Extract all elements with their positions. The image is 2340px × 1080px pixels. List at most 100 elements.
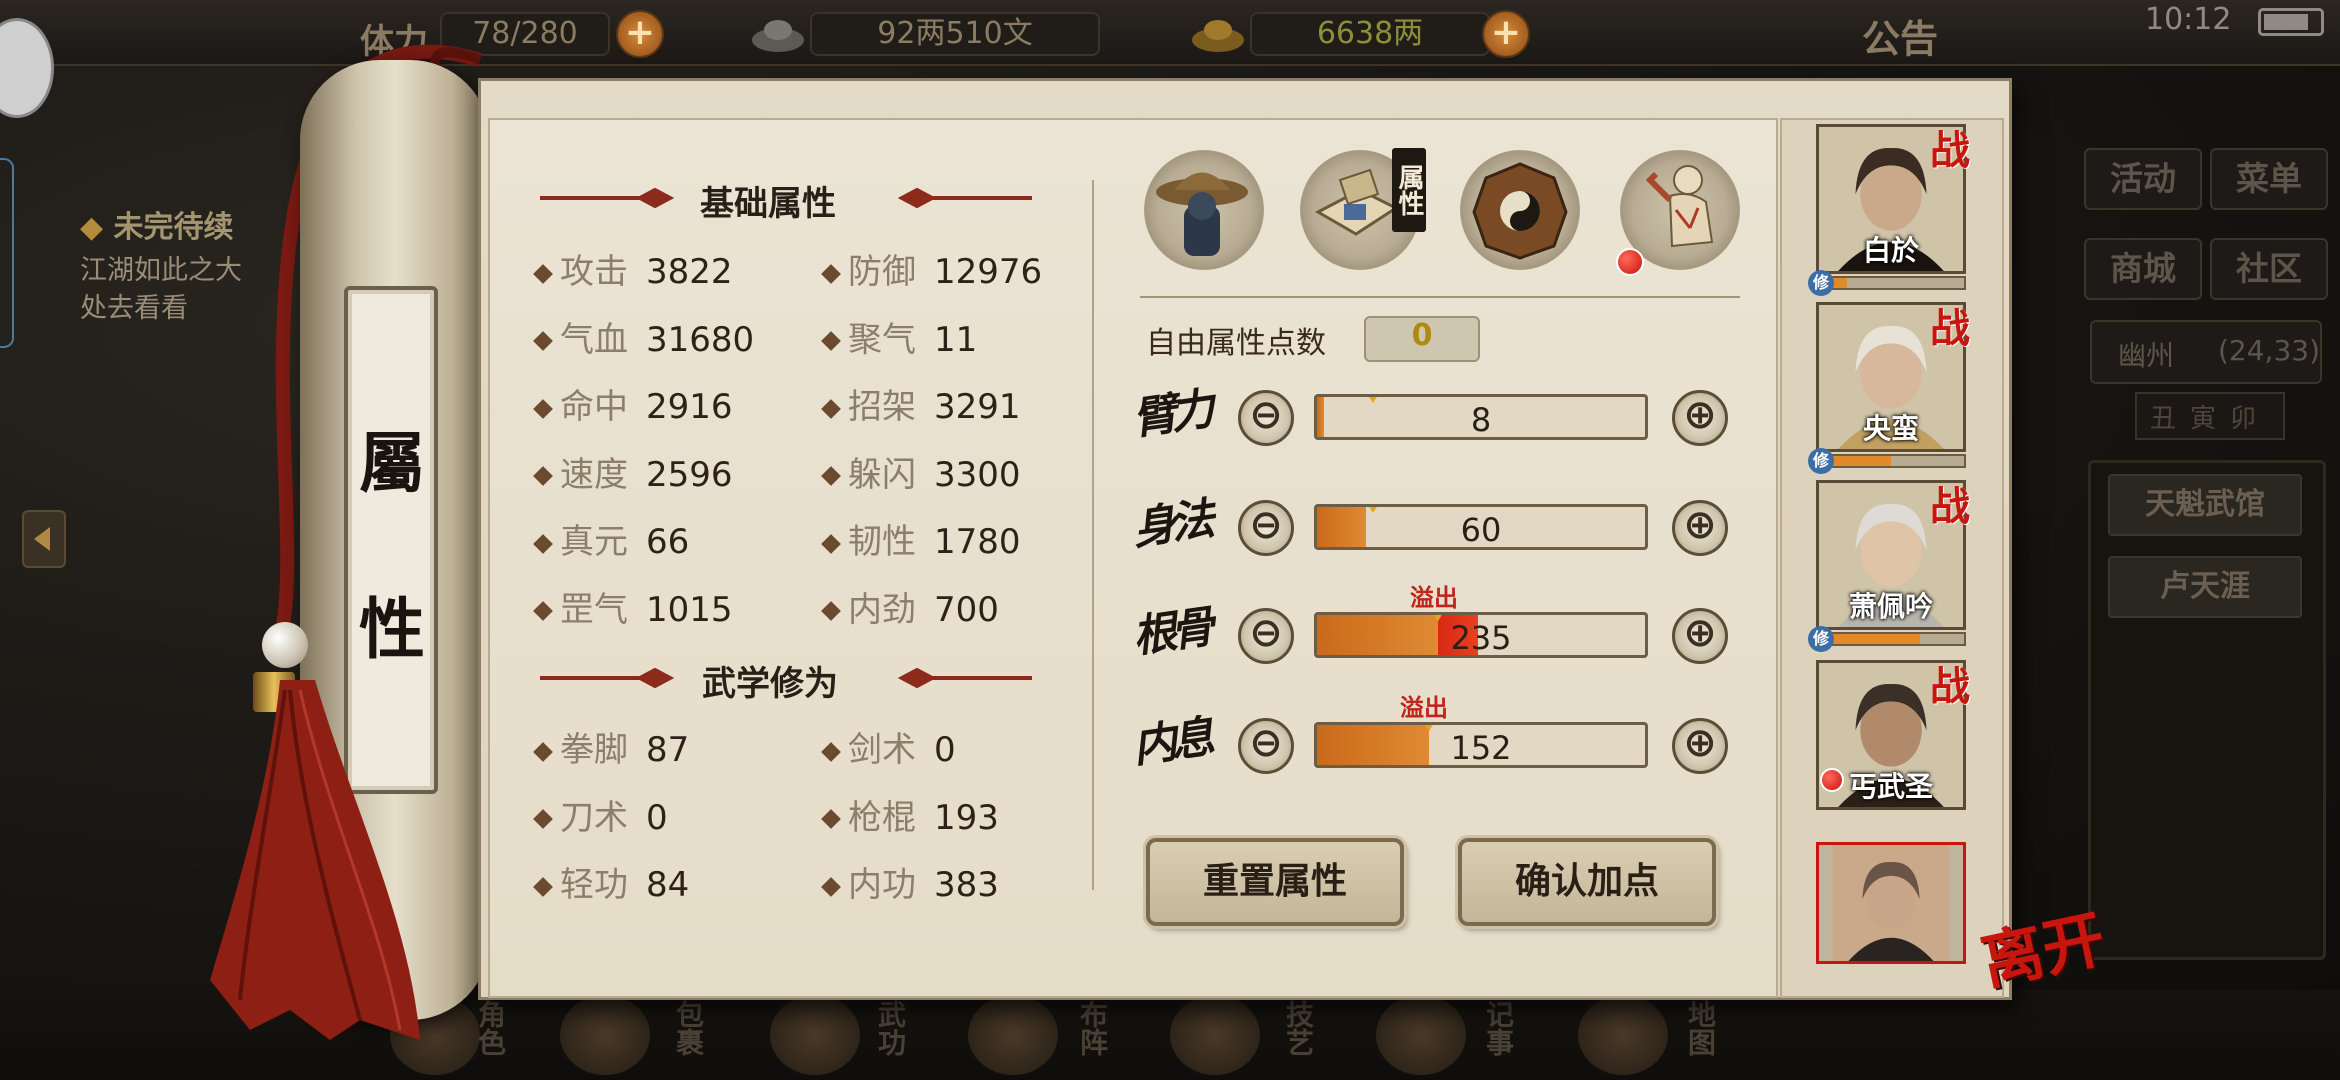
attribute-name: 根骨 bbox=[1129, 601, 1212, 663]
cultivation-bar bbox=[1816, 454, 1966, 468]
stamina-plus-button[interactable]: + bbox=[616, 10, 664, 58]
free-points-label: 自由属性点数 bbox=[1146, 326, 1326, 361]
collapse-left-arrow-icon[interactable] bbox=[22, 510, 66, 568]
diamond-bullet-icon bbox=[821, 466, 841, 486]
attribute-value: 60 bbox=[1460, 511, 1502, 549]
attribute-minus-button[interactable]: ⊖ bbox=[1238, 608, 1294, 664]
attribute-plus-button[interactable]: ⊕ bbox=[1672, 718, 1728, 774]
bottom-nav-skill[interactable]: 技艺 bbox=[1278, 1000, 1318, 1056]
stat-value: 3822 bbox=[646, 252, 733, 292]
stat-label: 速度 bbox=[560, 454, 628, 495]
location-coordinates: (24,33) bbox=[2218, 334, 2321, 367]
diamond-bullet-icon bbox=[821, 398, 841, 419]
stat-label: 拳脚 bbox=[560, 730, 628, 770]
basic-stat-10: 罡气 1015 bbox=[533, 582, 733, 631]
basic-stat-9: 韧性 1780 bbox=[821, 514, 1021, 563]
martial-stat-2: 刀术 0 bbox=[533, 790, 668, 839]
tab-character[interactable] bbox=[1144, 150, 1264, 270]
bottom-nav-skill-icon[interactable] bbox=[1170, 995, 1260, 1075]
basic-stat-5: 招架 3291 bbox=[821, 379, 1021, 428]
stat-value: 2596 bbox=[646, 454, 733, 495]
column-divider bbox=[1092, 180, 1094, 890]
cultivation-bar bbox=[1816, 276, 1966, 290]
in-battle-tag: 战 bbox=[1930, 483, 1970, 530]
section-ornament-right-icon bbox=[897, 188, 1032, 208]
bottom-nav-journal[interactable]: 记事 bbox=[1478, 1000, 1518, 1056]
quest-line-1: 江湖如此之大 bbox=[80, 255, 242, 286]
quest-panel-edge[interactable] bbox=[0, 158, 14, 348]
stat-label: 气血 bbox=[560, 319, 628, 360]
stat-value: 11 bbox=[934, 319, 978, 360]
bottom-nav-map-icon[interactable] bbox=[1578, 995, 1668, 1075]
diamond-bullet-icon bbox=[821, 809, 841, 829]
tassel-icon bbox=[210, 680, 420, 1040]
martial-title: 武学修为 bbox=[702, 664, 838, 704]
martial-stat-0: 拳脚 87 bbox=[533, 722, 689, 771]
tabs-underline bbox=[1140, 296, 1740, 298]
bottom-nav-formation-icon[interactable] bbox=[968, 995, 1058, 1075]
bagua-icon bbox=[1472, 162, 1568, 260]
stat-label: 罡气 bbox=[560, 589, 628, 630]
attribute-plus-button[interactable]: ⊕ bbox=[1672, 500, 1728, 556]
stat-label: 攻击 bbox=[560, 252, 628, 292]
stat-value: 383 bbox=[934, 865, 999, 905]
activity-button[interactable]: 活动 bbox=[2084, 148, 2202, 210]
diamond-bullet-icon bbox=[821, 876, 841, 897]
npc-button-lutianya[interactable]: 卢天涯 bbox=[2108, 556, 2302, 618]
jade-bead-icon bbox=[262, 622, 308, 668]
martial-stat-4: 轻功 84 bbox=[533, 857, 690, 906]
bottom-nav-map[interactable]: 地图 bbox=[1680, 1000, 1720, 1056]
attribute-bar: 152 bbox=[1314, 722, 1648, 768]
attribute-plus-button[interactable]: ⊕ bbox=[1672, 608, 1728, 664]
reset-attributes-button[interactable]: 重置属性 bbox=[1146, 838, 1404, 926]
bottom-nav-bag[interactable]: 包裹 bbox=[668, 1000, 708, 1056]
straw-hat-swordsman-icon bbox=[1156, 172, 1248, 256]
cultivation-tag: 修 bbox=[1808, 270, 1834, 296]
attribute-name: 身法 bbox=[1129, 493, 1212, 555]
attribute-name: 臂力 bbox=[1129, 383, 1212, 445]
quest-title[interactable]: ◆ 未完待续 bbox=[80, 202, 234, 246]
menu-button[interactable]: 菜单 bbox=[2210, 148, 2328, 210]
tab-notification-dot bbox=[1616, 248, 1644, 276]
in-battle-tag: 战 bbox=[1930, 127, 1970, 174]
stat-value: 700 bbox=[934, 589, 999, 630]
gold-plus-button[interactable]: + bbox=[1482, 10, 1530, 58]
tab-bagua[interactable] bbox=[1460, 150, 1580, 270]
attribute-plus-button[interactable]: ⊕ bbox=[1672, 390, 1728, 446]
stat-value: 3291 bbox=[934, 387, 1021, 427]
stat-label: 内功 bbox=[848, 865, 916, 905]
basic-stat-3: 聚气 11 bbox=[821, 312, 978, 361]
announcement-button[interactable]: 公告 bbox=[1862, 8, 1938, 63]
community-button[interactable]: 社区 bbox=[2210, 238, 2328, 300]
scroll-title-char-2: 性 bbox=[359, 590, 425, 668]
npc-button-wuguan[interactable]: 天魁武馆 bbox=[2108, 474, 2302, 536]
bottom-nav-martial-icon[interactable] bbox=[770, 995, 860, 1075]
bottom-nav-journal-icon[interactable] bbox=[1376, 995, 1466, 1075]
free-points-value: 0 bbox=[1411, 318, 1433, 353]
bottom-nav-role[interactable]: 角色 bbox=[470, 1000, 510, 1056]
basic-stat-11: 内劲 700 bbox=[821, 582, 999, 631]
mall-button[interactable]: 商城 bbox=[2084, 238, 2202, 300]
character-name: 白於 bbox=[1862, 234, 1919, 267]
bottom-nav-formation[interactable]: 布阵 bbox=[1072, 1000, 1112, 1056]
confirm-allocation-button[interactable]: 确认加点 bbox=[1458, 838, 1716, 926]
stat-label: 刀术 bbox=[560, 797, 628, 838]
silver-ingot-icon bbox=[752, 20, 804, 52]
stat-value: 84 bbox=[646, 865, 690, 905]
section-ornament-left-icon bbox=[540, 668, 675, 688]
diamond-bullet-icon bbox=[533, 741, 553, 762]
martial-stat-1: 剑术 0 bbox=[821, 722, 956, 771]
stat-value: 1780 bbox=[934, 522, 1021, 562]
diamond-bullet-icon bbox=[821, 263, 841, 284]
bottom-nav-bag-icon[interactable] bbox=[560, 995, 650, 1075]
bottom-nav-martial[interactable]: 武功 bbox=[870, 1000, 910, 1056]
attribute-minus-button[interactable]: ⊖ bbox=[1238, 390, 1294, 446]
location-name: 幽州 bbox=[2118, 339, 2175, 372]
stat-value: 193 bbox=[934, 797, 999, 838]
attribute-minus-button[interactable]: ⊖ bbox=[1238, 718, 1294, 774]
attribute-minus-button[interactable]: ⊖ bbox=[1238, 500, 1294, 556]
stat-label: 招架 bbox=[848, 387, 916, 427]
character-card[interactable] bbox=[1816, 842, 1966, 964]
character-portrait-icon bbox=[1833, 845, 1949, 961]
stat-label: 防御 bbox=[848, 252, 916, 292]
